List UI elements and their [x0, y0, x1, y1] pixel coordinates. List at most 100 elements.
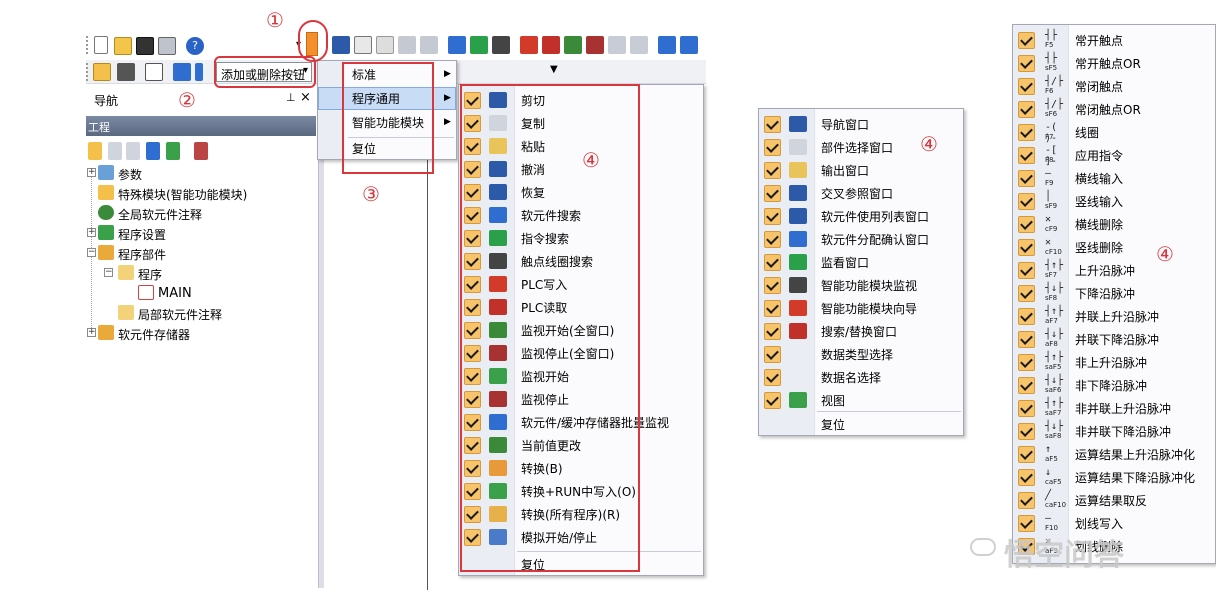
checkbox-checked-icon[interactable]: [1018, 147, 1035, 164]
menu-item[interactable]: ↓ caF5 运算结果下降沿脉冲化: [1013, 466, 1215, 489]
batch-monitor-icon[interactable]: [658, 36, 676, 54]
checkbox-checked-icon[interactable]: [764, 277, 781, 294]
menu-item[interactable]: 数据名选择: [759, 366, 963, 389]
menu-item[interactable]: ┤↓├ saF8 非并联下降沿脉冲: [1013, 420, 1215, 443]
checkbox-checked-icon[interactable]: [1018, 446, 1035, 463]
checkbox-checked-icon[interactable]: [1018, 216, 1035, 233]
panel-splitter[interactable]: [318, 88, 324, 588]
menu-item-reset[interactable]: 复位: [759, 413, 963, 436]
paste-icon[interactable]: [376, 36, 394, 54]
checkbox-checked-icon[interactable]: [764, 231, 781, 248]
expander[interactable]: +: [87, 228, 96, 237]
menu-item[interactable]: ┤↓├ aF8 并联下降沿脉冲: [1013, 328, 1215, 351]
tree-item[interactable]: 程序部件: [98, 244, 298, 262]
checkbox-checked-icon[interactable]: [764, 208, 781, 225]
checkbox-checked-icon[interactable]: [764, 254, 781, 271]
checkbox-checked-icon[interactable]: [764, 392, 781, 409]
monitor-start-icon[interactable]: [608, 36, 626, 54]
tree-item[interactable]: 全局软元件注释: [98, 204, 298, 222]
plc-write-icon[interactable]: [520, 36, 538, 54]
print-icon[interactable]: [158, 37, 176, 55]
menu-item[interactable]: ┤↑├ saF7 非并联上升沿脉冲: [1013, 397, 1215, 420]
checkbox-checked-icon[interactable]: [764, 323, 781, 340]
checkbox-checked-icon[interactable]: [1018, 170, 1035, 187]
module-icon[interactable]: [117, 63, 135, 81]
redo-icon[interactable]: [420, 36, 438, 54]
device-list-icon[interactable]: [195, 63, 203, 81]
contact-coil-search-icon[interactable]: [492, 36, 510, 54]
menu-item[interactable]: ┤/├ sF6 常闭触点OR: [1013, 98, 1215, 121]
checkbox-checked-icon[interactable]: [764, 369, 781, 386]
checkbox-checked-icon[interactable]: [1018, 193, 1035, 210]
tree-item[interactable]: MAIN: [138, 284, 298, 302]
help-icon[interactable]: ?: [186, 37, 204, 55]
checkbox-checked-icon[interactable]: [1018, 492, 1035, 509]
checkbox-checked-icon[interactable]: [1018, 32, 1035, 49]
menu-item[interactable]: ┤↑├ saF5 非上升沿脉冲: [1013, 351, 1215, 374]
menu-item[interactable]: 交叉参照窗口: [759, 182, 963, 205]
property-icon[interactable]: [146, 142, 160, 160]
menu-item[interactable]: ✕ cF9 横线删除: [1013, 213, 1215, 236]
tree-item[interactable]: 特殊模块(智能功能模块): [98, 184, 298, 202]
menu-item[interactable]: 搜索/替换窗口: [759, 320, 963, 343]
output-window-icon[interactable]: [145, 63, 163, 81]
checkbox-checked-icon[interactable]: [1018, 262, 1035, 279]
plc-read-icon[interactable]: [542, 36, 560, 54]
menu-item[interactable]: 软元件使用列表窗口: [759, 205, 963, 228]
menu-item[interactable]: ↑ aF5 运算结果上升沿脉冲化: [1013, 443, 1215, 466]
checkbox-checked-icon[interactable]: [1018, 101, 1035, 118]
expander[interactable]: −: [87, 248, 96, 257]
copy-icon[interactable]: [108, 142, 122, 160]
cross-reference-icon[interactable]: [173, 63, 191, 81]
menu-item[interactable]: ┤↑├ sF7 上升沿脉冲: [1013, 259, 1215, 282]
menu-item[interactable]: — F9 横线输入: [1013, 167, 1215, 190]
menu-item[interactable]: ┤↓├ sF8 下降沿脉冲: [1013, 282, 1215, 305]
monitor-start-all-icon[interactable]: [564, 36, 582, 54]
checkbox-checked-icon[interactable]: [764, 139, 781, 156]
checkbox-checked-icon[interactable]: [764, 116, 781, 133]
new-file-icon[interactable]: [94, 36, 108, 54]
checkbox-checked-icon[interactable]: [1018, 285, 1035, 302]
checkbox-checked-icon[interactable]: [1018, 423, 1035, 440]
checkbox-checked-icon[interactable]: [1018, 78, 1035, 95]
undo-icon[interactable]: [398, 36, 416, 54]
expander[interactable]: +: [87, 168, 96, 177]
menu-item[interactable]: 智能功能模块监视: [759, 274, 963, 297]
menu-item[interactable]: -( )- F7 线圈: [1013, 121, 1215, 144]
checkbox-checked-icon[interactable]: [1018, 308, 1035, 325]
current-value-icon[interactable]: [680, 36, 698, 54]
refresh-icon[interactable]: [166, 142, 180, 160]
project-view-icon[interactable]: [93, 63, 111, 81]
tree-item[interactable]: 参数: [98, 164, 298, 182]
menu-item[interactable]: ✕ cF10 竖线删除: [1013, 236, 1215, 259]
close-icon[interactable]: ×: [300, 90, 311, 105]
menu-item[interactable]: 智能功能模块向导: [759, 297, 963, 320]
combo-box[interactable]: ▼: [546, 64, 562, 80]
expander[interactable]: −: [104, 268, 113, 277]
checkbox-checked-icon[interactable]: [764, 346, 781, 363]
tree-item[interactable]: 软元件存储器: [98, 324, 298, 342]
instruction-search-icon[interactable]: [470, 36, 488, 54]
checkbox-checked-icon[interactable]: [1018, 239, 1035, 256]
checkbox-checked-icon[interactable]: [1018, 55, 1035, 72]
menu-item[interactable]: ┤↑├ aF7 并联上升沿脉冲: [1013, 305, 1215, 328]
menu-item[interactable]: ┤↓├ saF6 非下降沿脉冲: [1013, 374, 1215, 397]
menu-item[interactable]: ╱ caF10 运算结果取反: [1013, 489, 1215, 512]
menu-item[interactable]: 监看窗口: [759, 251, 963, 274]
menu-item[interactable]: │ sF9 竖线输入: [1013, 190, 1215, 213]
menu-item[interactable]: ┤├ sF5 常开触点OR: [1013, 52, 1215, 75]
checkbox-checked-icon[interactable]: [1018, 469, 1035, 486]
checkbox-checked-icon[interactable]: [764, 185, 781, 202]
menu-item[interactable]: 输出窗口: [759, 159, 963, 182]
checkbox-checked-icon[interactable]: [764, 162, 781, 179]
paste-icon[interactable]: [126, 142, 140, 160]
menu-item[interactable]: 数据类型选择: [759, 343, 963, 366]
checkbox-checked-icon[interactable]: [1018, 400, 1035, 417]
checkbox-checked-icon[interactable]: [1018, 377, 1035, 394]
checkbox-checked-icon[interactable]: [1018, 124, 1035, 141]
pin-icon[interactable]: ⊥: [286, 91, 296, 104]
checkbox-checked-icon[interactable]: [1018, 331, 1035, 348]
save-icon[interactable]: [136, 37, 154, 55]
expander[interactable]: +: [87, 328, 96, 337]
new-data-icon[interactable]: [88, 142, 102, 160]
